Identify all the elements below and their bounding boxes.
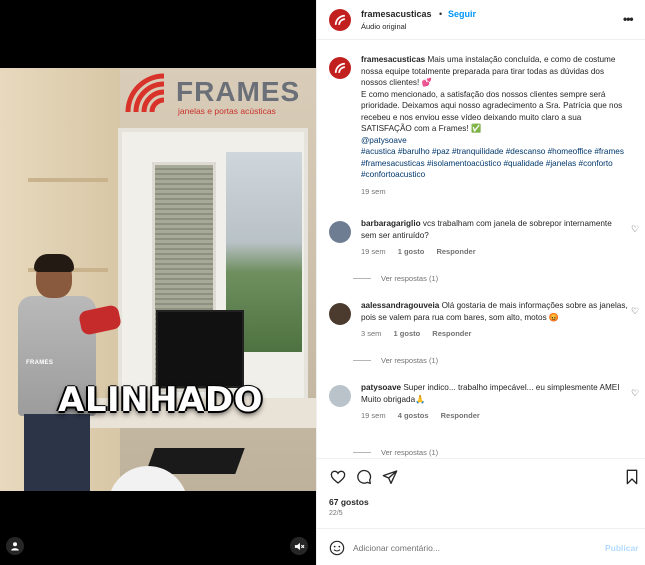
reply-button[interactable]: Responder bbox=[441, 411, 480, 420]
post-author-username[interactable]: framesacusticas bbox=[361, 9, 432, 19]
comment-like-heart-icon[interactable]: ♡ bbox=[631, 306, 639, 317]
avatar[interactable] bbox=[329, 385, 351, 407]
tagged-users-button[interactable] bbox=[6, 537, 24, 555]
comment-likes[interactable]: 4 gostos bbox=[398, 411, 429, 420]
comments-list[interactable]: framesacusticas Mais uma instalação conc… bbox=[317, 40, 645, 458]
caption-time[interactable]: 19 sem bbox=[361, 187, 386, 196]
bookmark-icon bbox=[626, 469, 638, 485]
avatar[interactable] bbox=[329, 9, 351, 31]
post-date[interactable]: 22/5 bbox=[329, 510, 343, 517]
comment-body: barbaragariglio vcs trabalham com janela… bbox=[361, 218, 629, 258]
comment-icon bbox=[357, 469, 372, 484]
view-replies-label: Ver respostas (1) bbox=[381, 448, 439, 457]
like-button[interactable] bbox=[329, 468, 347, 486]
user-icon bbox=[11, 542, 19, 551]
send-icon bbox=[382, 470, 398, 484]
comment-like-heart-icon[interactable]: ♡ bbox=[631, 388, 639, 399]
comment-username[interactable]: patysoave bbox=[361, 383, 401, 392]
caption-body: framesacusticas Mais uma instalação conc… bbox=[361, 54, 629, 197]
comment-body: aalessandragouveia Olá gostaria de mais … bbox=[361, 300, 629, 340]
comment-username[interactable]: barbaragariglio bbox=[361, 219, 421, 228]
caption-hashtags[interactable]: #acustica #barulho #paz #tranquilidade #… bbox=[361, 146, 629, 181]
view-replies-button[interactable]: Ver respostas (1) bbox=[353, 448, 438, 457]
shirt-logo: FRAMES bbox=[26, 360, 54, 366]
avatar[interactable] bbox=[329, 221, 351, 243]
add-comment-bar: Publicar bbox=[317, 528, 645, 565]
comment-like-heart-icon[interactable]: ♡ bbox=[631, 224, 639, 235]
post-actions bbox=[317, 458, 645, 494]
video-player[interactable]: FRAMES FRAMES janelas e portas acústicas… bbox=[0, 0, 316, 565]
comment-input[interactable] bbox=[353, 538, 593, 558]
video-frame[interactable]: FRAMES bbox=[0, 68, 316, 491]
likes-count[interactable]: 67 gostos bbox=[329, 497, 369, 507]
avatar[interactable] bbox=[329, 57, 351, 79]
reply-button[interactable]: Responder bbox=[432, 329, 471, 338]
emoji-button[interactable] bbox=[329, 540, 345, 556]
video-shelf bbox=[28, 178, 108, 182]
post-header: framesacusticas • Seguir Áudio original … bbox=[317, 0, 645, 40]
publish-button[interactable]: Publicar bbox=[605, 543, 639, 553]
heart-icon bbox=[330, 470, 346, 484]
comment-meta: 19 sem 4 gostos Responder bbox=[361, 410, 629, 422]
person-hair bbox=[34, 254, 74, 272]
comment-likes[interactable]: 1 gosto bbox=[394, 329, 421, 338]
video-person: FRAMES bbox=[18, 254, 123, 491]
caption-meta: 19 sem bbox=[361, 186, 629, 198]
mute-button[interactable] bbox=[290, 537, 308, 555]
brand-name: FRAMES bbox=[176, 76, 301, 107]
separator-dot: • bbox=[439, 9, 443, 19]
replies-line bbox=[353, 360, 371, 361]
replies-line bbox=[353, 278, 371, 279]
person-jeans bbox=[24, 414, 90, 491]
comment-text-2: Muito obrigada🙏 bbox=[361, 394, 426, 404]
frames-logo-icon bbox=[334, 62, 345, 73]
comment-time[interactable]: 19 sem bbox=[361, 411, 386, 420]
more-horizontal-icon[interactable]: ••• bbox=[623, 12, 634, 26]
replies-line bbox=[353, 452, 371, 453]
post-panel: framesacusticas • Seguir Áudio original … bbox=[316, 0, 645, 565]
follow-button[interactable]: Seguir bbox=[448, 9, 476, 19]
comment-time[interactable]: 19 sem bbox=[361, 247, 386, 256]
comment-meta: 3 sem 1 gosto Responder bbox=[361, 328, 629, 340]
emoji-icon bbox=[329, 540, 345, 556]
share-button[interactable] bbox=[381, 468, 399, 486]
frames-logo-icon bbox=[125, 73, 165, 113]
caption-mention[interactable]: @patysoave bbox=[361, 135, 629, 147]
comment-button[interactable] bbox=[355, 468, 373, 486]
comment-meta: 19 sem 1 gosto Responder bbox=[361, 246, 629, 258]
avatar[interactable] bbox=[329, 303, 351, 325]
frames-logo-icon bbox=[334, 14, 345, 25]
comment-likes[interactable]: 1 gosto bbox=[398, 247, 425, 256]
brand-tagline: janelas e portas acústicas bbox=[178, 106, 276, 116]
comment-text: Super indico... trabalho impecável... eu… bbox=[403, 383, 620, 392]
comment-body: patysoave Super indico... trabalho impec… bbox=[361, 382, 629, 422]
caption-username[interactable]: framesacusticas bbox=[361, 55, 425, 64]
video-monitor bbox=[156, 310, 244, 388]
reply-button[interactable]: Responder bbox=[436, 247, 475, 256]
comment-time[interactable]: 3 sem bbox=[361, 329, 381, 338]
view-replies-label: Ver respostas (1) bbox=[381, 274, 439, 283]
view-replies-label: Ver respostas (1) bbox=[381, 356, 439, 365]
caption-text-2: E como mencionado, a satisfação dos noss… bbox=[361, 89, 623, 134]
audio-label[interactable]: Áudio original bbox=[361, 22, 406, 31]
save-button[interactable] bbox=[623, 468, 641, 486]
comment-username[interactable]: aalessandragouveia bbox=[361, 301, 439, 310]
speaker-muted-icon bbox=[294, 542, 304, 550]
view-replies-button[interactable]: Ver respostas (1) bbox=[353, 356, 438, 365]
video-overlay-caption: ALINHADO bbox=[58, 380, 263, 420]
view-replies-button[interactable]: Ver respostas (1) bbox=[353, 274, 438, 283]
